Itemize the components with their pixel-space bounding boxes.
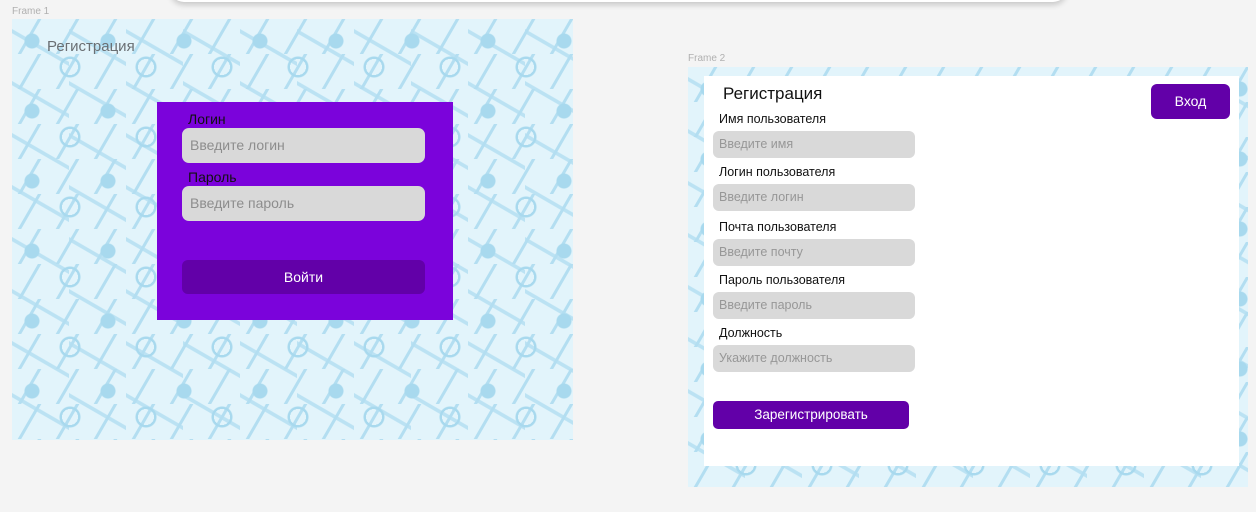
- page-title: Регистрация: [47, 38, 135, 55]
- login-card: Логин Введите логин Пароль Введите парол…: [157, 102, 453, 320]
- password-label: Пароль: [188, 169, 237, 185]
- username-input[interactable]: Введите имя: [713, 131, 915, 158]
- position-label: Должность: [719, 326, 783, 340]
- position-input[interactable]: Укажите должность: [713, 345, 915, 372]
- design-canvas: Frame 1 Регистрация Логин Введите логин …: [0, 0, 1256, 512]
- username-label: Имя пользователя: [719, 112, 826, 126]
- frame-1: Регистрация Логин Введите логин Пароль В…: [12, 19, 573, 440]
- login-input[interactable]: Введите логин: [182, 128, 425, 163]
- user-login-input[interactable]: Введите логин: [713, 184, 915, 211]
- register-button[interactable]: Зарегистрировать: [713, 401, 909, 429]
- top-toolbar-popover: [170, 0, 1067, 2]
- registration-panel: Регистрация Вход Имя пользователя Введит…: [704, 76, 1239, 466]
- frame-2-label[interactable]: Frame 2: [688, 53, 725, 64]
- frame-2: Регистрация Вход Имя пользователя Введит…: [688, 67, 1248, 487]
- login-label: Логин: [188, 111, 226, 127]
- password-input[interactable]: Введите пароль: [182, 186, 425, 221]
- email-label: Почта пользователя: [719, 220, 837, 234]
- user-login-label: Логин пользователя: [719, 165, 836, 179]
- email-input[interactable]: Введите почту: [713, 239, 915, 266]
- login-button[interactable]: Вход: [1151, 84, 1230, 119]
- user-password-input[interactable]: Введите пароль: [713, 292, 915, 319]
- sign-in-button[interactable]: Войти: [182, 260, 425, 294]
- user-password-label: Пароль пользователя: [719, 273, 846, 287]
- frame-1-label[interactable]: Frame 1: [12, 6, 49, 17]
- registration-title: Регистрация: [723, 84, 823, 103]
